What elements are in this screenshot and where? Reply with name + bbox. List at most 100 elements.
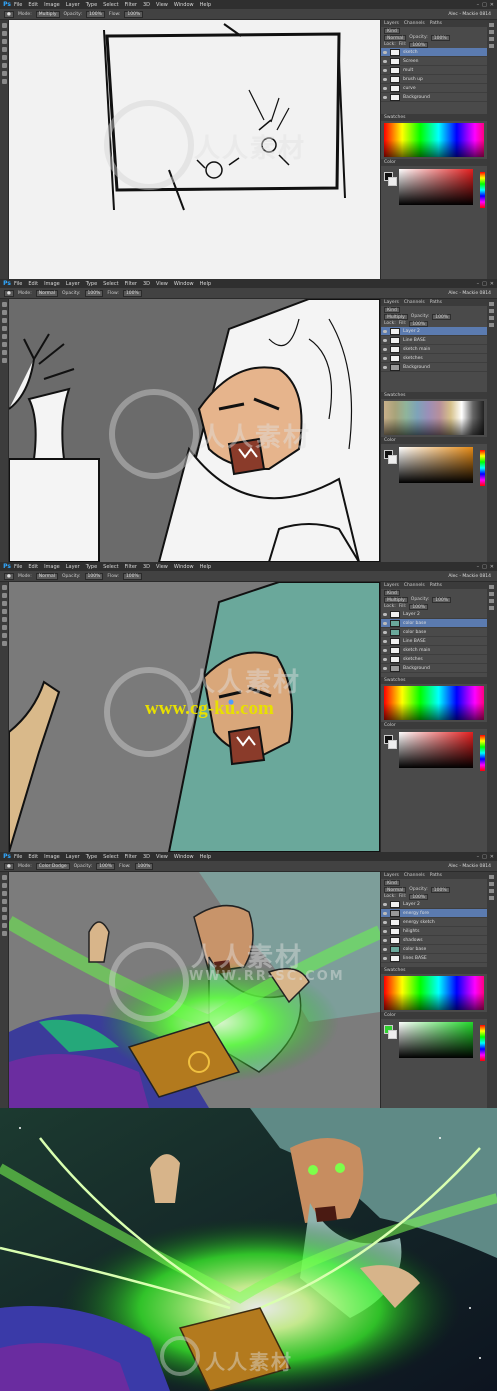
kind-filter[interactable]: Kind [384,27,400,34]
tab-paths[interactable]: Paths [430,21,442,26]
tab-channels[interactable]: Channels [404,583,425,588]
swatches-grid[interactable] [384,976,484,1010]
visibility-eye-icon[interactable] [383,621,387,625]
visibility-eye-icon[interactable] [383,95,387,99]
kind-filter[interactable]: Kind [384,589,400,596]
minimize-button[interactable]: – [477,854,480,860]
visibility-eye-icon[interactable] [383,929,387,933]
layer-row[interactable]: Background [381,93,487,102]
menu-help[interactable]: Help [200,564,211,570]
layer-row[interactable]: curve [381,84,487,93]
visibility-eye-icon[interactable] [383,338,387,342]
eraser-tool-icon[interactable] [2,915,7,920]
tab-paths[interactable]: Paths [430,583,442,588]
tab-swatches[interactable]: Swatches [384,393,406,398]
zoom-tool-icon[interactable] [2,358,7,363]
layer-row[interactable]: energy fore [381,909,487,918]
zoom-tool-icon[interactable] [2,79,7,84]
swatches-grid[interactable] [384,123,484,157]
visibility-eye-icon[interactable] [383,612,387,616]
swatches-grid[interactable] [384,686,484,720]
visibility-eye-icon[interactable] [383,947,387,951]
close-button[interactable]: ✕ [490,564,494,570]
fill-field[interactable]: 100% [409,320,429,327]
tab-color[interactable]: Color [384,723,396,728]
visibility-eye-icon[interactable] [383,648,387,652]
layer-row[interactable]: hilights [381,927,487,936]
menu-window[interactable]: Window [174,2,194,8]
move-tool-icon[interactable] [2,23,7,28]
properties-icon[interactable] [489,896,494,900]
layer-row[interactable]: color base [381,619,487,628]
kind-filter[interactable]: Kind [384,306,400,313]
fill-field[interactable]: 100% [409,41,429,48]
tab-color[interactable]: Color [384,160,396,165]
move-tool-icon[interactable] [2,302,7,307]
fill-field[interactable]: 100% [409,893,429,900]
menu-view[interactable]: View [156,564,168,570]
move-tool-icon[interactable] [2,875,7,880]
visibility-eye-icon[interactable] [383,68,387,72]
menu-image[interactable]: Image [44,281,60,287]
menu-file[interactable]: File [14,564,22,570]
menu-filter[interactable]: Filter [125,281,137,287]
layer-row[interactable]: sketch main [381,646,487,655]
close-button[interactable]: ✕ [490,281,494,287]
opacity-field[interactable]: 100% [84,572,104,580]
layer-row[interactable]: Layer 2 [381,610,487,619]
opacity-field[interactable]: 100% [84,289,104,297]
minimize-button[interactable]: – [477,564,480,570]
menu-file[interactable]: File [14,854,22,860]
menu-edit[interactable]: Edit [28,854,38,860]
menu-layer[interactable]: Layer [66,281,80,287]
menu-select[interactable]: Select [103,2,118,8]
brush-panel-icon[interactable] [489,309,494,313]
tab-layers[interactable]: Layers [384,21,399,26]
fill-field[interactable]: 100% [409,603,429,610]
marquee-tool-icon[interactable] [2,310,7,315]
layer-row[interactable]: Line BASE [381,336,487,345]
menu-filter[interactable]: Filter [125,564,137,570]
visibility-eye-icon[interactable] [383,59,387,63]
tab-channels[interactable]: Channels [404,873,425,878]
layer-row[interactable]: color base [381,945,487,954]
layer-row[interactable]: energy sketch [381,918,487,927]
layer-row[interactable]: Layer 2 [381,900,487,909]
type-tool-icon[interactable] [2,923,7,928]
app-logo[interactable]: Ps [0,562,14,571]
zoom-tool-icon[interactable] [2,931,7,936]
close-button[interactable]: ✕ [490,2,494,8]
hue-slider[interactable] [480,735,485,771]
menu-file[interactable]: File [14,2,22,8]
marquee-tool-icon[interactable] [2,31,7,36]
menu-select[interactable]: Select [103,564,118,570]
history-icon[interactable] [489,585,494,589]
crop-tool-icon[interactable] [2,899,7,904]
history-icon[interactable] [489,302,494,306]
brush-panel-icon[interactable] [489,30,494,34]
tab-channels[interactable]: Channels [404,21,425,26]
visibility-eye-icon[interactable] [383,347,387,351]
menu-help[interactable]: Help [200,2,211,8]
menu-view[interactable]: View [156,2,168,8]
menu-3d[interactable]: 3D [143,564,150,570]
menu-3d[interactable]: 3D [143,281,150,287]
move-tool-icon[interactable] [2,585,7,590]
brush-tool-icon[interactable] [2,55,7,60]
minimize-button[interactable]: – [477,2,480,8]
tab-swatches[interactable]: Swatches [384,968,406,973]
lasso-tool-icon[interactable] [2,39,7,44]
swatches-grid[interactable] [384,401,484,435]
layer-opacity-field[interactable]: 100% [430,886,450,893]
hue-slider[interactable] [480,450,485,486]
opacity-field[interactable]: 100% [86,10,105,18]
tab-layers[interactable]: Layers [384,873,399,878]
background-color-swatch[interactable] [388,1030,397,1039]
brush-preset-picker[interactable]: ● [4,572,14,580]
flow-field[interactable]: 100% [122,572,142,580]
eraser-tool-icon[interactable] [2,625,7,630]
maximize-button[interactable]: □ [482,2,487,8]
crop-tool-icon[interactable] [2,326,7,331]
color-field[interactable] [399,1022,473,1058]
visibility-eye-icon[interactable] [383,956,387,960]
